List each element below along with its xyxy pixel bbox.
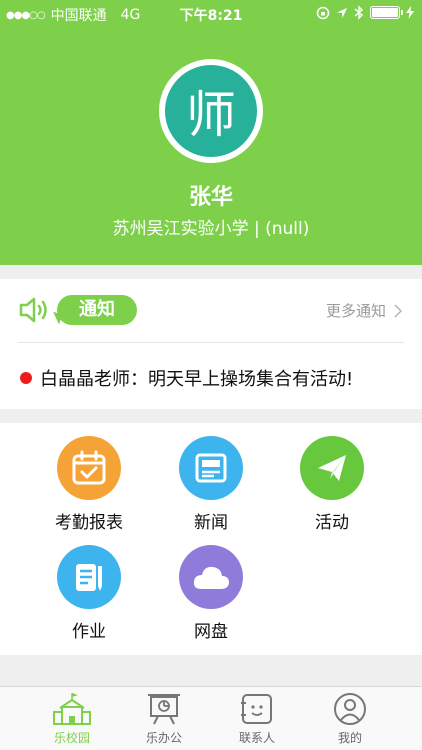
app-homework[interactable]: 作业 <box>34 545 144 642</box>
chevron-right-icon <box>394 303 402 318</box>
tab-label: 乐办公 <box>145 731 182 745</box>
app-activity[interactable]: 活动 <box>277 436 387 533</box>
tab-label: 乐校园 <box>53 731 90 745</box>
charging-icon <box>406 6 414 19</box>
avatar-teacher-char: 师 <box>165 65 257 157</box>
tab-label: 我的 <box>337 731 362 745</box>
user-icon <box>334 693 366 725</box>
app-label: 网盘 <box>194 622 228 642</box>
cloud-icon <box>179 545 243 609</box>
location-icon <box>337 7 347 18</box>
tab-school[interactable]: 乐校园 <box>37 691 107 746</box>
app-label: 活动 <box>315 513 349 533</box>
unread-dot-icon <box>20 372 32 384</box>
tab-office[interactable]: 乐办公 <box>129 691 199 746</box>
notice-card: 通知 更多通知 白晶晶老师：明天早上操场集合有活动! <box>0 279 422 409</box>
app-attendance-report[interactable]: 考勤报表 <box>34 436 144 533</box>
tab-mine[interactable]: 我的 <box>315 691 385 746</box>
office-icon <box>148 694 180 725</box>
app-label: 考勤报表 <box>55 513 123 533</box>
orientation-lock-icon <box>316 6 330 19</box>
app-news[interactable]: 新闻 <box>156 436 266 533</box>
profile-header: ●●●○○ 中国联通 4G 下午8:21 师 张华 苏州吴江实验小学 | (nu… <box>0 0 422 265</box>
notebook-icon <box>57 545 121 609</box>
notice-header: 通知 更多通知 <box>0 279 422 341</box>
bluetooth-icon <box>354 5 364 20</box>
speaker-icon <box>19 297 47 323</box>
calendar-check-icon <box>57 436 121 500</box>
more-notices-label: 更多通知 <box>325 302 386 320</box>
app-cloud-drive[interactable]: 网盘 <box>156 545 266 642</box>
school-icon <box>53 693 91 725</box>
tab-label: 联系人 <box>238 731 275 745</box>
app-label: 新闻 <box>194 513 228 533</box>
news-icon <box>179 436 243 500</box>
paper-plane-icon <box>300 436 364 500</box>
tab-bar: 乐校园 乐办公 联系人 我的 <box>0 686 422 750</box>
school-name: 苏州吴江实验小学 | (null) <box>112 219 310 239</box>
user-name: 张华 <box>188 185 233 210</box>
notice-text: 白晶晶老师：明天早上操场集合有活动! <box>40 369 354 390</box>
notice-tag: 通知 <box>57 295 137 325</box>
divider <box>18 342 404 343</box>
app-label: 作业 <box>72 622 106 642</box>
more-notices-link[interactable]: 更多通知 <box>326 300 402 321</box>
battery-icon <box>370 6 403 19</box>
status-bar: ●●●○○ 中国联通 4G 下午8:21 <box>0 0 422 28</box>
notice-item[interactable]: 白晶晶老师：明天早上操场集合有活动! <box>20 365 353 391</box>
avatar[interactable]: 师 <box>159 59 263 163</box>
tab-contacts[interactable]: 联系人 <box>222 691 292 746</box>
app-grid: 考勤报表 新闻 活动 作业 网盘 <box>0 423 422 655</box>
contacts-icon <box>241 694 272 724</box>
